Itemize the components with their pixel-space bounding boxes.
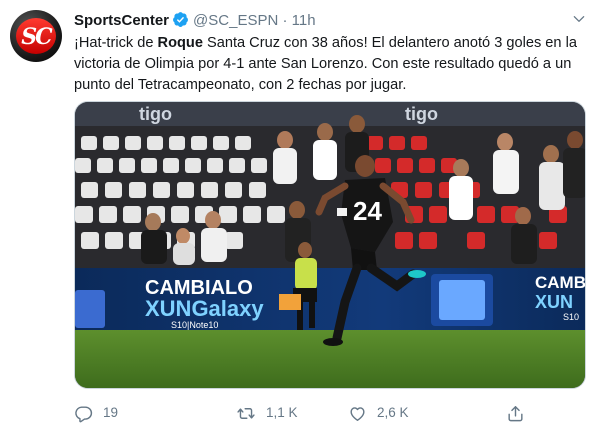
sponsor-2: tigo [405, 104, 438, 124]
verified-badge-icon [172, 11, 189, 35]
retweet-button[interactable]: 1,1 K [236, 401, 298, 425]
reply-count: 19 [103, 405, 119, 420]
heart-icon [350, 406, 365, 421]
ad-phone-left [75, 290, 105, 328]
ad-right-line-2: XUN [535, 292, 573, 312]
retweet-count: 1,1 K [266, 405, 298, 420]
tweet-text: ¡Hat-trick de Roque Santa Cruz con 38 añ… [74, 33, 589, 96]
tweet-actions: 19 1,1 K 2,6 K [74, 401, 594, 425]
chevron-down-icon[interactable] [572, 12, 586, 31]
share-button[interactable] [506, 401, 535, 425]
avatar-logo: SC [21, 24, 52, 50]
ad-right-line-1: CAMBIA [535, 273, 586, 292]
match-photo: tigo tigo CAMBIALO XUNGalaxy S10|Note10 … [75, 102, 586, 388]
share-icon [508, 405, 523, 421]
tweet-text-part: ¡Hat-trick de [74, 35, 158, 51]
separator-dot: · [282, 12, 288, 29]
tweet-header: SportsCenter @SC_ESPN · 11h [74, 10, 316, 32]
tweet-card[interactable]: SC SportsCenter @SC_ESPN · 11h ¡Hat-trick… [0, 0, 600, 439]
like-count: 2,6 K [377, 405, 409, 420]
reply-button[interactable]: 19 [74, 401, 118, 425]
ad-right-line-3: S10 [563, 312, 579, 322]
tweet-text-bold[interactable]: Roque [158, 35, 203, 51]
avatar[interactable]: SC [10, 10, 62, 62]
like-button[interactable]: 2,6 K [348, 401, 409, 425]
author-name[interactable]: SportsCenter [74, 12, 169, 29]
jersey-number: 24 [353, 196, 382, 226]
tweet-photo[interactable]: tigo tigo CAMBIALO XUNGalaxy S10|Note10 … [74, 101, 586, 389]
tweet-timestamp[interactable]: 11h [292, 12, 316, 29]
sponsor-1: tigo [139, 104, 172, 124]
retweet-icon [237, 407, 255, 419]
author-handle[interactable]: @SC_ESPN [193, 12, 278, 29]
ad-line-2: XUNGalaxy [145, 296, 264, 321]
reply-icon [75, 405, 93, 422]
ad-line-3: S10|Note10 [171, 320, 218, 330]
